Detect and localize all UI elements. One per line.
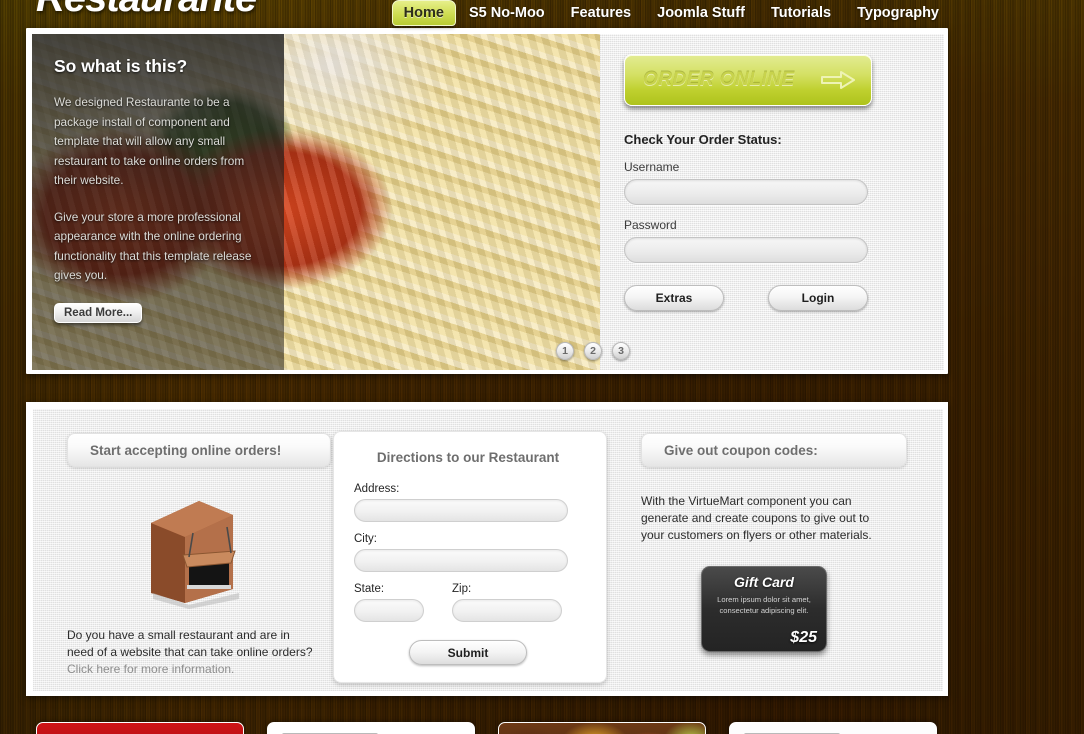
zip-input[interactable] [452,599,562,622]
storefront-box-icon [151,501,239,609]
gift-card-amount: $25 [790,629,817,646]
submit-button[interactable]: Submit [409,640,527,665]
nav-item-tutorials[interactable]: Tutorials [758,0,844,26]
order-online-label: ORDER ONLINE [643,69,795,90]
state-zip-row: State: Zip: [354,583,582,633]
hero-slider-panel: So what is this? We designed Restaurante… [26,28,948,374]
left-feature-box: Start accepting online orders! Do you ha… [33,409,333,691]
username-input[interactable] [624,179,868,205]
city-input[interactable] [354,549,568,572]
site-logo[interactable]: Restaurante [36,0,257,21]
zip-field: Zip: [452,583,562,633]
city-label: City: [354,533,377,545]
auth-button-row: Extras Login [624,285,920,311]
nav-item-typography[interactable]: Typography [844,0,952,26]
slider-dot-1[interactable]: 1 [556,342,574,360]
nav-item-joomla-stuff[interactable]: Joomla Stuff [644,0,758,26]
hero-heading: So what is this? [54,56,188,76]
state-label: State: [354,583,385,595]
slider-dot-2[interactable]: 2 [584,342,602,360]
left-box-link[interactable]: Click here for more information. [67,662,234,676]
thumbnail-placeholder-lines [268,723,474,734]
slider-pagination: 1 2 3 [556,342,630,360]
order-online-button[interactable]: ORDER ONLINE [624,54,872,106]
main-navigation: Home S5 No-Moo Features Joomla Stuff Tut… [391,0,952,26]
address-input[interactable] [354,499,568,522]
left-box-text: Do you have a small restaurant and are i… [67,628,313,659]
features-row: Start accepting online orders! Do you ha… [33,409,943,691]
thumbnail-item[interactable] [498,722,706,734]
left-box-body: Do you have a small restaurant and are i… [67,627,313,678]
read-more-button[interactable]: Read More... [54,302,143,323]
nav-item-features[interactable]: Features [558,0,644,26]
thumbnail-item[interactable] [267,722,475,734]
gift-card-title: Gift Card [734,574,794,590]
state-input[interactable] [354,599,424,622]
thumbnail-item[interactable] [36,722,244,734]
hero-paragraph-1: We designed Restaurante to be a package … [54,95,245,187]
thumbnail-item[interactable] [729,722,937,734]
zip-label: Zip: [452,583,472,595]
directions-title: Directions to our Restaurant [376,450,560,465]
bottom-thumbnail-strip [36,722,937,734]
address-label: Address: [354,483,400,495]
right-feature-box: Give out coupon codes: With the VirtueMa… [615,409,943,691]
username-label: Username [624,160,680,174]
thumbnail-placeholder-lines [730,723,936,734]
features-panel: Start accepting online orders! Do you ha… [26,402,948,696]
password-input[interactable] [624,237,868,263]
left-box-heading: Start accepting online orders! [67,433,331,467]
nav-item-home[interactable]: Home [391,0,456,26]
state-field: State: [354,583,424,633]
extras-button[interactable]: Extras [624,285,724,311]
login-button[interactable]: Login [768,285,868,311]
gift-card-graphic: Gift Card Lorem ipsum dolor sit amet, co… [701,566,827,652]
slider-dot-3[interactable]: 3 [612,342,630,360]
hero-slider: So what is this? We designed Restaurante… [32,34,944,370]
directions-column: Directions to our Restaurant Address: Ci… [333,409,615,691]
right-box-heading: Give out coupon codes: [641,433,907,467]
arrow-right-icon [821,71,855,89]
top-bar: Restaurante Home S5 No-Moo Features Joom… [0,0,1084,30]
order-status-panel: ORDER ONLINE Check Your Order Status: Us… [600,34,944,370]
hero-paragraph-2: Give your store a more professional appe… [54,209,252,283]
right-box-body: With the VirtueMart component you can ge… [641,494,872,542]
password-label: Password [624,218,677,232]
directions-card: Directions to our Restaurant Address: Ci… [333,431,607,683]
hero-caption: So what is this? We designed Restaurante… [32,34,284,370]
nav-item-s5-no-moo[interactable]: S5 No-Moo [456,0,558,26]
order-status-title: Check Your Order Status: [624,132,782,147]
gift-card-subtitle: Lorem ipsum dolor sit amet, consectetur … [717,595,811,615]
